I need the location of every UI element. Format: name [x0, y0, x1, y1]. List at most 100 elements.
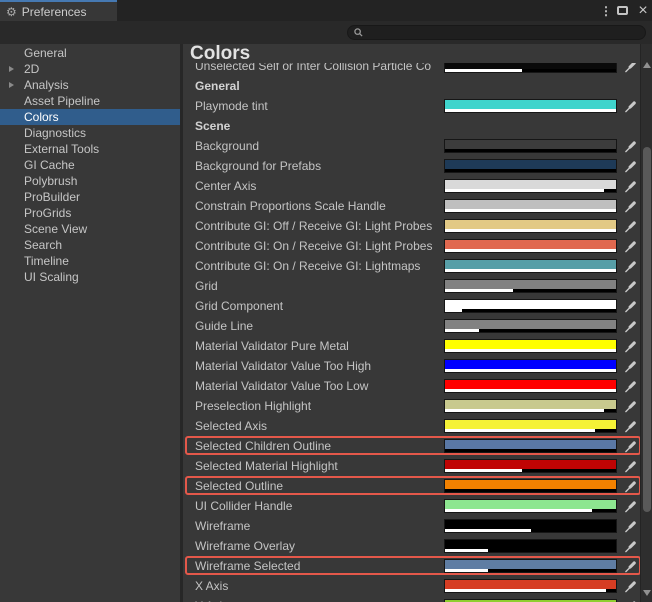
eyedropper-button[interactable] [621, 96, 639, 116]
sidebar-item-label: GI Cache [24, 158, 75, 172]
sidebar-item-gi-cache[interactable]: GI Cache [0, 157, 180, 173]
eyedropper-button[interactable] [621, 216, 639, 236]
sidebar-item-label: Diagnostics [24, 126, 87, 140]
color-swatch[interactable] [444, 199, 617, 213]
scrollbar-thumb[interactable] [643, 147, 651, 512]
color-swatch[interactable] [444, 399, 617, 413]
eyedropper-icon [624, 320, 636, 332]
color-swatch[interactable] [444, 559, 617, 573]
color-swatch[interactable] [444, 379, 617, 393]
sidebar-item-asset-pipeline[interactable]: Asset Pipeline [0, 93, 180, 109]
eyedropper-button[interactable] [621, 136, 639, 156]
search-input[interactable] [367, 26, 639, 39]
color-swatch[interactable] [444, 139, 617, 153]
color-row-label: Selected Outline [195, 479, 284, 493]
scrollbar[interactable] [640, 44, 652, 602]
sidebar-item-progrids[interactable]: ProGrids [0, 205, 180, 221]
eyedropper-button[interactable] [621, 456, 639, 476]
color-swatch[interactable] [444, 299, 617, 313]
sidebar-item-probuilder[interactable]: ProBuilder [0, 189, 180, 205]
eyedropper-button[interactable] [621, 596, 639, 602]
color-swatch[interactable] [444, 239, 617, 253]
color-swatch[interactable] [444, 339, 617, 353]
caret-right-icon[interactable] [9, 82, 14, 88]
color-row-label: Grid Component [195, 299, 284, 313]
caret-right-icon[interactable] [9, 66, 14, 72]
color-swatch[interactable] [444, 219, 617, 233]
eyedropper-button[interactable] [621, 536, 639, 556]
eyedropper-icon [624, 340, 636, 352]
eyedropper-button[interactable] [621, 156, 639, 176]
section-header: General [183, 76, 640, 96]
alpha-strip [445, 569, 616, 572]
color-swatch[interactable] [444, 159, 617, 173]
color-swatch[interactable] [444, 63, 617, 73]
eyedropper-button[interactable] [621, 516, 639, 536]
color-rows: Unselected Self or Inter Collision Parti… [183, 63, 640, 602]
alpha-fill [445, 209, 616, 212]
color-swatch[interactable] [444, 579, 617, 593]
close-icon[interactable]: × [637, 2, 649, 18]
sidebar-item-analysis[interactable]: Analysis [0, 77, 180, 93]
eyedropper-button[interactable] [621, 336, 639, 356]
maximize-icon[interactable] [617, 6, 628, 15]
color-row: Selected Material Highlight [183, 456, 640, 476]
scroll-up-icon[interactable] [643, 62, 651, 68]
color-swatch[interactable] [444, 439, 617, 453]
eyedropper-button[interactable] [621, 576, 639, 596]
eyedropper-button[interactable] [621, 236, 639, 256]
eyedropper-button[interactable] [621, 196, 639, 216]
color-swatch[interactable] [444, 359, 617, 373]
eyedropper-icon [624, 360, 636, 372]
eyedropper-button[interactable] [621, 496, 639, 516]
eyedropper-button[interactable] [621, 356, 639, 376]
eyedropper-button[interactable] [621, 376, 639, 396]
eyedropper-button[interactable] [621, 256, 639, 276]
sidebar-item-timeline[interactable]: Timeline [0, 253, 180, 269]
alpha-strip [445, 489, 616, 492]
color-row: Preselection Highlight [183, 396, 640, 416]
color-swatch[interactable] [444, 539, 617, 553]
eyedropper-button[interactable] [621, 316, 639, 336]
sidebar-item-label: Timeline [24, 254, 69, 268]
eyedropper-button[interactable] [621, 416, 639, 436]
eyedropper-button[interactable] [621, 476, 639, 496]
eyedropper-button[interactable] [621, 436, 639, 456]
sidebar-item-2d[interactable]: 2D [0, 61, 180, 77]
sidebar-item-colors[interactable]: Colors [0, 109, 180, 125]
alpha-fill [445, 229, 616, 232]
sidebar-item-external-tools[interactable]: External Tools [0, 141, 180, 157]
color-swatch[interactable] [444, 319, 617, 333]
color-swatch[interactable] [444, 459, 617, 473]
color-swatch[interactable] [444, 499, 617, 513]
sidebar-item-polybrush[interactable]: Polybrush [0, 173, 180, 189]
eyedropper-button[interactable] [621, 396, 639, 416]
color-row-label: Playmode tint [195, 99, 268, 113]
color-row: Background [183, 136, 640, 156]
sidebar-item-general[interactable]: General [0, 45, 180, 61]
sidebar-item-ui-scaling[interactable]: UI Scaling [0, 269, 180, 285]
sidebar-item-search[interactable]: Search [0, 237, 180, 253]
scroll-down-icon[interactable] [643, 590, 651, 596]
search-box[interactable] [347, 25, 646, 40]
color-swatch[interactable] [444, 259, 617, 273]
eyedropper-button[interactable] [621, 296, 639, 316]
color-swatch[interactable] [444, 419, 617, 433]
color-swatch[interactable] [444, 519, 617, 533]
eyedropper-button[interactable] [621, 276, 639, 296]
color-swatch[interactable] [444, 99, 617, 113]
menu-icon[interactable]: ⋮ [600, 4, 612, 18]
alpha-fill [445, 349, 616, 352]
preferences-tab[interactable]: ⚙ Preferences [0, 0, 117, 21]
eyedropper-button[interactable] [621, 556, 639, 576]
color-swatch[interactable] [444, 279, 617, 293]
alpha-strip [445, 349, 616, 352]
color-swatch[interactable] [444, 479, 617, 493]
sidebar-item-scene-view[interactable]: Scene View [0, 221, 180, 237]
color-row: Selected Outline [183, 476, 640, 496]
color-swatch[interactable] [444, 179, 617, 193]
sidebar-item-diagnostics[interactable]: Diagnostics [0, 125, 180, 141]
alpha-fill [445, 529, 531, 532]
eyedropper-button[interactable] [621, 63, 639, 76]
eyedropper-button[interactable] [621, 176, 639, 196]
